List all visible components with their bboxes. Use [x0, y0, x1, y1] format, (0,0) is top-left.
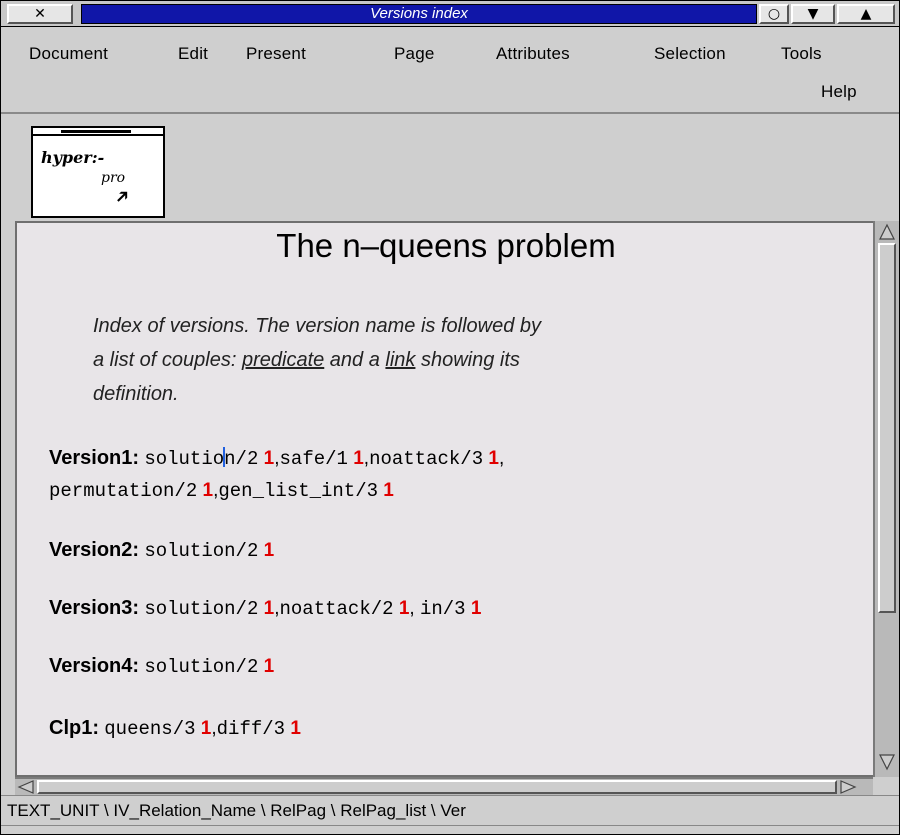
predicate[interactable]: solution/2: [144, 656, 258, 678]
logo-bar: hyper:- pro ➔: [1, 116, 899, 221]
scroll-down-icon[interactable]: [878, 753, 896, 771]
predicate[interactable]: diff/3: [217, 718, 285, 740]
window-iconify-button[interactable]: ○: [759, 4, 789, 24]
predicate[interactable]: safe/1: [280, 448, 348, 470]
version-name: Version2:: [49, 539, 140, 561]
page-title: The n–queens problem: [276, 227, 616, 264]
horizontal-scroll-thumb[interactable]: [37, 780, 837, 794]
scroll-up-icon[interactable]: [878, 223, 896, 241]
vertical-scroll-thumb[interactable]: [878, 243, 896, 613]
menu-present[interactable]: Present: [246, 44, 306, 64]
menu-selection[interactable]: Selection: [654, 44, 726, 64]
logo-window-frame: [33, 128, 163, 136]
predicate[interactable]: solution/2: [144, 447, 258, 470]
status-bar: TEXT_UNIT \ IV_Relation_Name \ RelPag \ …: [1, 795, 899, 825]
definition-link[interactable]: 1: [201, 718, 212, 739]
menu-attributes[interactable]: Attributes: [496, 44, 570, 64]
circle-icon: ○: [767, 6, 781, 22]
hyperpro-logo: hyper:- pro ➔: [31, 126, 165, 218]
definition-link[interactable]: 1: [264, 448, 275, 469]
version-entry-3: Version3: solution/2 1,noattack/2 1, in/…: [49, 597, 482, 620]
menu-bar: Document Edit Present Page Attributes Se…: [1, 28, 899, 114]
definition-link[interactable]: 1: [471, 598, 482, 619]
definition-link[interactable]: 1: [203, 480, 214, 501]
vertical-scrollbar[interactable]: [873, 221, 899, 777]
predicate[interactable]: gen_list_int/3: [218, 480, 378, 502]
arrow-pointer-icon: ➔: [109, 183, 135, 209]
definition-link[interactable]: 1: [353, 448, 364, 469]
menu-document[interactable]: Document: [29, 44, 108, 64]
window-lower-button[interactable]: ▼: [791, 4, 835, 24]
document-view[interactable]: The n–queens problem Index of versions. …: [15, 221, 873, 777]
predicate[interactable]: noattack/2: [280, 598, 394, 620]
scroll-left-icon[interactable]: [17, 779, 35, 795]
predicate[interactable]: solution/2: [144, 598, 258, 620]
menu-page[interactable]: Page: [394, 44, 435, 64]
predicate[interactable]: solution/2: [144, 540, 258, 562]
triangle-up-icon: ▲: [860, 6, 872, 22]
version-entry-2: Version2: solution/2 1: [49, 534, 274, 567]
window-raise-button[interactable]: ▲: [837, 4, 895, 24]
definition-link[interactable]: 1: [383, 480, 394, 501]
version-entry-clp1: Clp1: queens/3 1,diff/3 1: [49, 717, 301, 740]
horizontal-scrollbar[interactable]: [15, 777, 873, 795]
predicate-term: predicate: [241, 349, 325, 371]
definition-link[interactable]: 1: [264, 656, 275, 677]
window-close-button[interactable]: ✕: [7, 4, 73, 24]
application-window: ✕ Versions index ○ ▼ ▲ Document Edit Pre…: [0, 0, 900, 835]
definition-link[interactable]: 1: [264, 598, 275, 619]
version-entry-4: Version4: solution/2 1: [49, 650, 274, 683]
definition-link[interactable]: 1: [264, 540, 275, 561]
predicate[interactable]: noattack/3: [369, 448, 483, 470]
predicate[interactable]: queens/3: [104, 718, 195, 740]
window-title[interactable]: Versions index: [81, 4, 757, 24]
triangle-down-icon: ▼: [807, 6, 819, 22]
predicate[interactable]: in/3: [420, 598, 466, 620]
title-bar: ✕ Versions index ○ ▼ ▲: [1, 1, 899, 27]
predicate[interactable]: permutation/2: [49, 480, 197, 502]
menu-tools[interactable]: Tools: [781, 44, 822, 64]
version-name: Clp1:: [49, 717, 99, 739]
version-name: Version4:: [49, 655, 140, 677]
definition-link[interactable]: 1: [488, 448, 499, 469]
version-entry-1: Version1: solution/2 1,safe/1 1,noattack…: [49, 447, 505, 502]
status-bar-bottom: [1, 825, 899, 834]
menu-help[interactable]: Help: [821, 82, 857, 102]
version-name: Version1:: [49, 447, 140, 469]
version-name: Version3:: [49, 597, 140, 619]
definition-link[interactable]: 1: [399, 598, 410, 619]
logo-text-pro: pro: [101, 170, 126, 186]
link-term: link: [385, 349, 416, 371]
close-icon: ✕: [34, 6, 46, 22]
intro-paragraph: Index of versions. The version name is f…: [93, 315, 541, 405]
scroll-right-icon[interactable]: [839, 779, 857, 795]
logo-text-hyper: hyper:-: [41, 148, 105, 167]
definition-link[interactable]: 1: [290, 718, 301, 739]
menu-edit[interactable]: Edit: [178, 44, 208, 64]
